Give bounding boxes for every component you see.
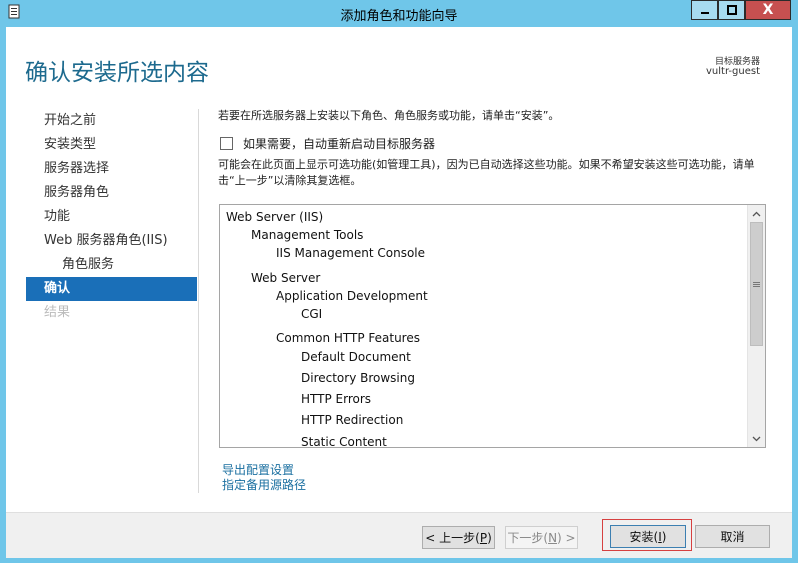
list-item: HTTP Redirection [301, 413, 404, 427]
nav-item-server-selection[interactable]: 服务器选择 [26, 157, 197, 181]
list-item: Directory Browsing [301, 371, 415, 385]
install-button-label: 安装( [629, 530, 659, 544]
confirmation-content: 若要在所选服务器上安装以下角色、角色服务或功能，请单击“安装”。 如果需要，自动… [218, 107, 766, 187]
previous-button-close: ) [487, 530, 492, 545]
wizard-header: 确认安装所选内容 目标服务器 vultr-guest [6, 27, 792, 101]
previous-button-accesskey: P [479, 530, 488, 545]
restart-option[interactable]: 如果需要，自动重新启动目标服务器 [220, 135, 435, 152]
minimize-icon [700, 12, 709, 14]
features-scrollbar[interactable] [747, 205, 765, 447]
optional-features-note: 可能会在此页面上显示可选功能(如管理工具)，因为已自动选择这些功能。如果不希望安… [218, 158, 755, 187]
scroll-thumb[interactable] [750, 222, 763, 346]
intro-text: 若要在所选服务器上安装以下角色、角色服务或功能，请单击“安装”。 [218, 109, 560, 122]
export-configuration-link[interactable]: 导出配置设置 [222, 463, 306, 478]
window-title: 添加角色和功能向导 [340, 9, 458, 24]
nav-item-before-you-begin[interactable]: 开始之前 [26, 109, 197, 133]
page-title: 确认安装所选内容 [25, 60, 209, 86]
close-icon: X [762, 2, 774, 18]
next-button-accesskey: N [548, 530, 558, 545]
maximize-icon [726, 5, 737, 15]
chevron-down-icon [752, 436, 761, 441]
list-item: HTTP Errors [301, 392, 372, 406]
wizard-nav: 开始之前 安装类型 服务器选择 服务器角色 功能 Web 服务器角色(IIS) … [26, 109, 197, 325]
previous-button[interactable]: < 上一步(P) [422, 526, 495, 549]
previous-button-label: < 上一步( [425, 531, 480, 545]
grip-icon [753, 281, 760, 287]
selected-features-list[interactable]: Web Server (IIS) Management Tools IIS Ma… [219, 204, 766, 448]
features-list-viewport: Web Server (IIS) Management Tools IIS Ma… [220, 205, 746, 447]
nav-item-server-roles[interactable]: 服务器角色 [26, 181, 197, 205]
list-item: Default Document [301, 350, 411, 364]
next-button[interactable]: 下一步(N) > [505, 526, 578, 549]
wizard-footer: < 上一步(P) 下一步(N) > 安装(I) 取消 [6, 512, 792, 558]
nav-item-confirmation[interactable]: 确认 [26, 277, 197, 301]
chevron-up-icon [752, 211, 761, 216]
maximize-button[interactable] [718, 0, 745, 20]
list-item: Web Server (IIS) [226, 210, 324, 224]
restart-checkbox-label[interactable]: 如果需要，自动重新启动目标服务器 [243, 135, 435, 152]
next-button-suffix: ) > [557, 530, 576, 545]
cancel-button-label: 取消 [720, 530, 745, 544]
cancel-button[interactable]: 取消 [695, 525, 770, 548]
wizard-body: 确认安装所选内容 目标服务器 vultr-guest 开始之前 安装类型 服务器… [6, 27, 792, 558]
alternate-source-path-link[interactable]: 指定备用源路径 [222, 478, 306, 493]
install-button-close: ) [661, 529, 667, 544]
scroll-up-button[interactable] [748, 205, 765, 222]
nav-item-results: 结果 [44, 305, 71, 320]
nav-item-features[interactable]: 功能 [26, 205, 197, 229]
install-button[interactable]: 安装(I) [610, 525, 686, 548]
close-button[interactable]: X [745, 0, 791, 20]
list-item: CGI [301, 307, 323, 321]
nav-item-web-server-role[interactable]: Web 服务器角色(IIS) [26, 229, 197, 253]
nav-item-installation-type[interactable]: 安装类型 [26, 133, 197, 157]
list-item: IIS Management Console [276, 246, 426, 260]
list-item: Static Content [301, 435, 387, 447]
restart-checkbox[interactable] [220, 137, 233, 150]
next-button-label: 下一步( [507, 531, 549, 545]
nav-item-role-services[interactable]: 角色服务 [26, 253, 197, 277]
list-item: Web Server [251, 271, 321, 285]
wizard-window: 添加角色和功能向导 X 确认安装所选内容 目标服务器 vultr-guest 开… [0, 0, 798, 563]
scroll-down-button[interactable] [748, 430, 765, 447]
list-item: Application Development [276, 289, 428, 303]
nav-divider [198, 109, 199, 493]
action-links: 导出配置设置 指定备用源路径 [222, 463, 306, 493]
minimize-button[interactable] [691, 0, 718, 20]
title-bar[interactable]: 添加角色和功能向导 X [0, 0, 798, 27]
destination-server-value: vultr-guest [705, 66, 760, 77]
list-item: Management Tools [251, 228, 364, 242]
list-item: Common HTTP Features [276, 331, 420, 345]
